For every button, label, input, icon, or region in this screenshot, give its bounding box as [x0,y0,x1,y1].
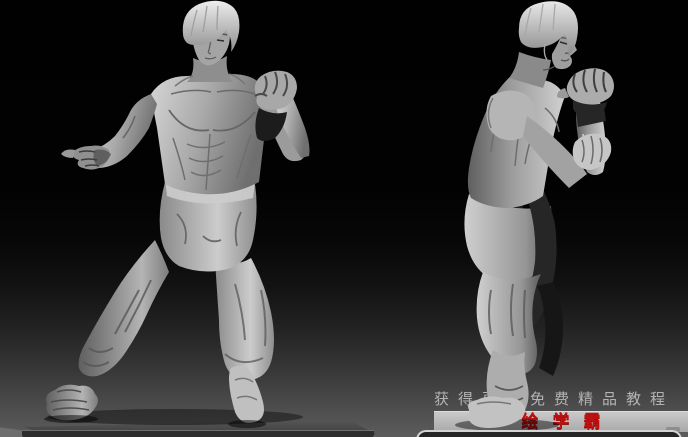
bottom-frame-fragment [416,430,682,437]
left-base-corner [0,427,22,437]
sculpture-front-view [44,0,310,428]
statue-base-front [22,430,374,437]
sculpture-side-view [455,1,614,431]
render-canvas: 获得更多免费精品教程 绘学霸 [0,0,688,437]
